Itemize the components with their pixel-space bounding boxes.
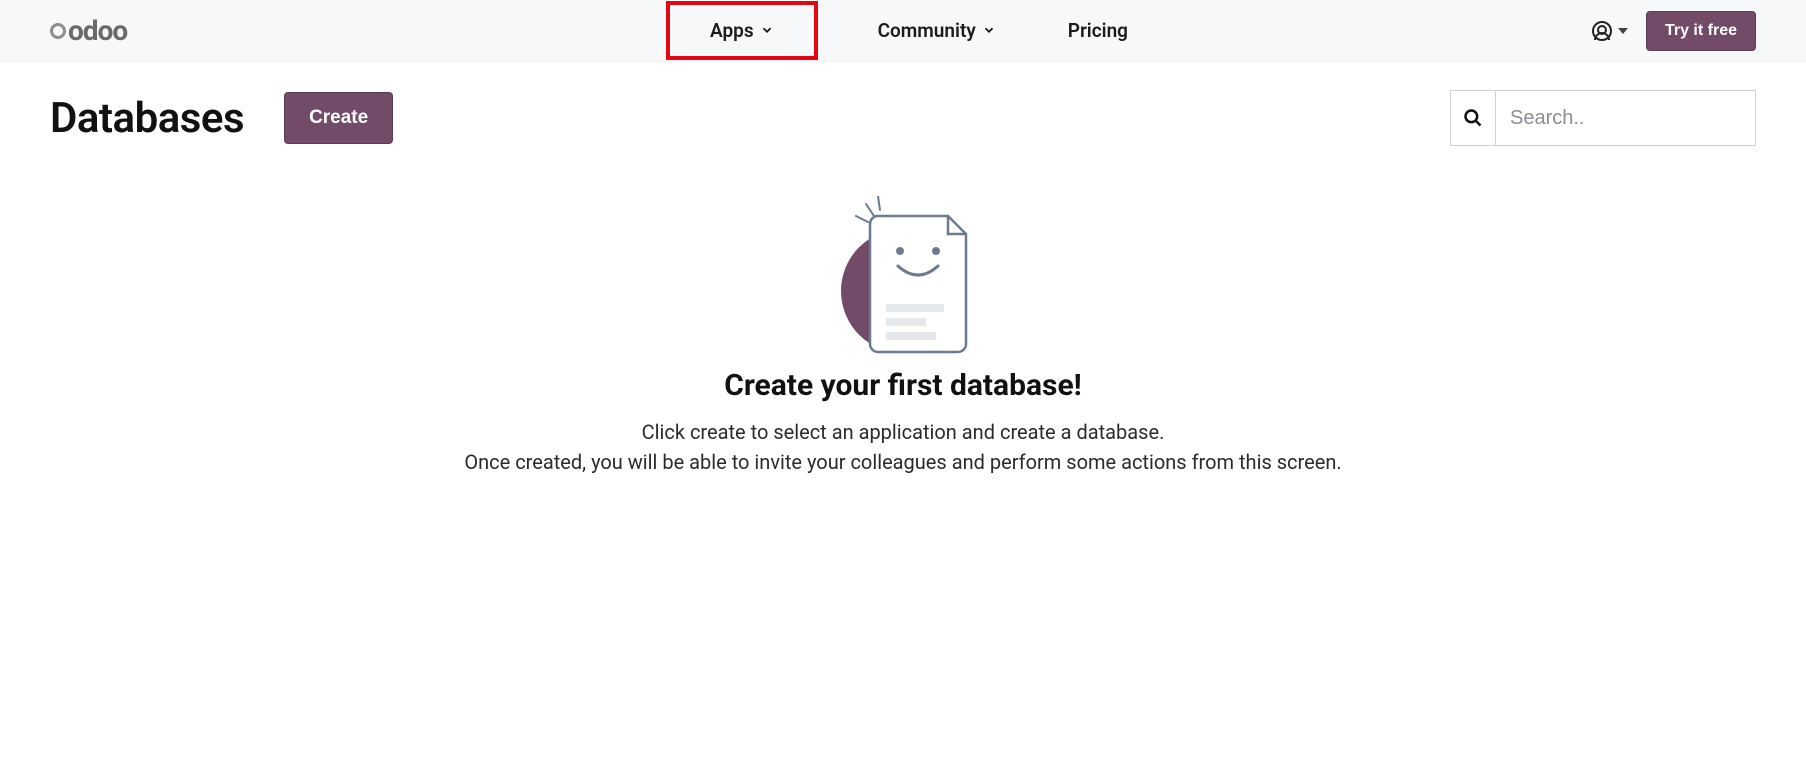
empty-state-illustration-icon: [828, 196, 978, 356]
nav-right: Try it free: [1592, 11, 1756, 51]
nav-apps-label: Apps: [710, 19, 754, 42]
brand-logo[interactable]: odoo: [50, 14, 127, 47]
brand-text: odoo: [68, 14, 127, 47]
nav-community-label: Community: [878, 19, 976, 42]
caret-down-icon: [1618, 28, 1628, 34]
search-input[interactable]: [1496, 90, 1756, 146]
nav-community[interactable]: Community: [866, 9, 1008, 52]
try-it-free-button[interactable]: Try it free: [1646, 11, 1756, 51]
chevron-down-icon: [982, 19, 996, 42]
main-nav: Apps Community Pricing: [666, 1, 1140, 60]
empty-state-line2: Once created, you will be able to invite…: [453, 447, 1353, 477]
logo-o-icon: [50, 23, 66, 39]
user-icon: [1592, 21, 1612, 41]
empty-state-line1: Click create to select an application an…: [453, 417, 1353, 447]
search-box: [1450, 90, 1756, 146]
empty-state-heading: Create your first database!: [453, 368, 1353, 403]
nav-apps[interactable]: Apps: [666, 1, 818, 60]
chevron-down-icon: [760, 19, 774, 42]
top-navbar: odoo Apps Community Pricing Try it free: [0, 0, 1806, 62]
nav-pricing[interactable]: Pricing: [1056, 9, 1140, 52]
nav-pricing-label: Pricing: [1068, 19, 1128, 42]
search-icon[interactable]: [1450, 90, 1496, 146]
create-button[interactable]: Create: [284, 92, 393, 144]
user-menu[interactable]: [1592, 21, 1628, 41]
page-title: Databases: [50, 94, 244, 143]
page-header: Databases Create: [0, 62, 1806, 156]
empty-state: Create your first database! Click create…: [453, 196, 1353, 477]
